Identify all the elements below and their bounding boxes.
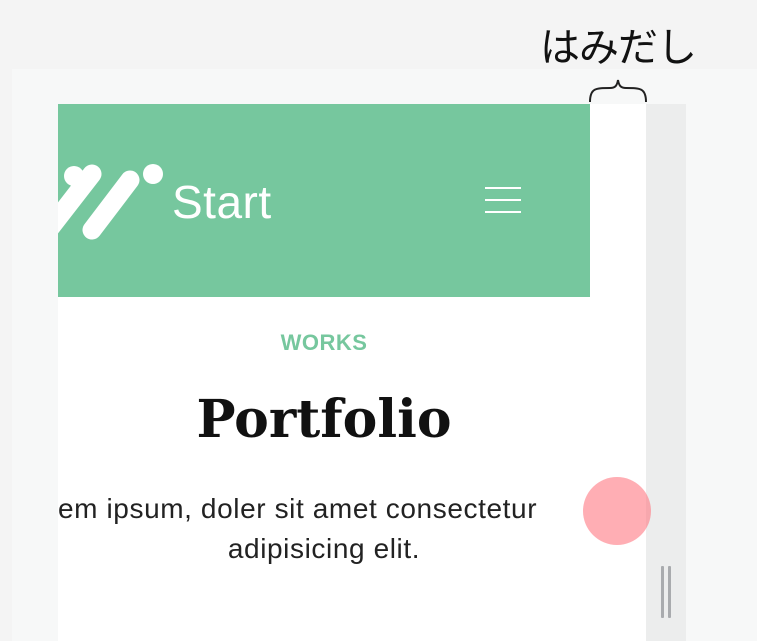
viewport-gutter — [646, 104, 686, 641]
section-eyebrow: WORKS — [280, 330, 368, 355]
lead-text-line-2: adipisicing elit. — [227, 533, 421, 564]
touch-indicator — [583, 477, 651, 545]
overflow-annotation-label: はみだし — [540, 25, 697, 71]
menu-bar — [485, 199, 521, 201]
resize-handle[interactable] — [659, 566, 673, 618]
menu-bar — [485, 211, 521, 213]
mobile-viewport: Start WORKS Portfolio em ipsum, doler si… — [58, 104, 646, 641]
hamburger-menu-button[interactable] — [480, 180, 526, 220]
logo-mark-icon — [58, 164, 163, 240]
page-title: Portfolio — [196, 389, 452, 450]
logo-text[interactable]: Start — [172, 174, 272, 230]
overflow-brace-icon — [589, 79, 647, 103]
site-header: Start — [58, 104, 590, 297]
menu-bar — [485, 187, 521, 189]
lead-text-line-1: em ipsum, doler sit amet consectetur — [58, 493, 538, 524]
